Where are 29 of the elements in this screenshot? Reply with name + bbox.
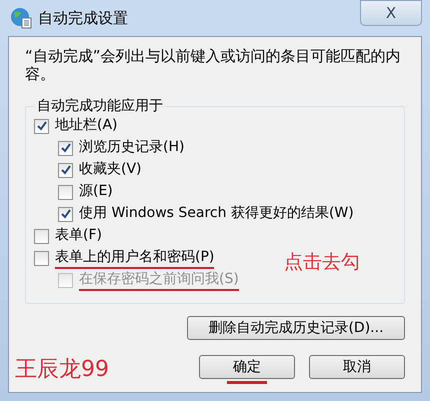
checkbox-label: 收藏夹(V) xyxy=(79,160,142,178)
checkbox[interactable] xyxy=(58,206,73,222)
checkbox[interactable] xyxy=(58,162,73,178)
checkbox-label: 表单上的用户名和密码(P) xyxy=(55,248,214,268)
annotation-note: 点击去勾 xyxy=(284,250,360,275)
checkbox-label: 使用 Windows Search 获得更好的结果(W) xyxy=(79,204,354,222)
checkmark-icon xyxy=(60,165,70,175)
delete-history-button[interactable]: 删除自动完成历史记录(D)... xyxy=(187,316,405,340)
checkbox-label: 在保存密码之前询问我(S) xyxy=(79,270,239,290)
description-text: “自动完成”会列出与以前键入或访问的条目可能匹配的内容。 xyxy=(25,47,402,83)
checkbox-label: 地址栏(A) xyxy=(55,116,118,134)
checkmark-icon xyxy=(36,121,46,131)
close-button[interactable]: X xyxy=(360,0,422,26)
checkbox[interactable] xyxy=(58,140,73,156)
globe-icon xyxy=(10,7,32,29)
checkbox-label: 表单(F) xyxy=(55,226,102,244)
checkbox[interactable] xyxy=(34,228,49,244)
dialog-button[interactable]: 取消 xyxy=(309,354,405,378)
window-title: 自动完成设置 xyxy=(38,8,129,28)
dialog-button[interactable]: 确定 xyxy=(199,354,295,378)
checkmark-icon xyxy=(60,143,70,153)
checkbox-label: 源(E) xyxy=(79,182,113,200)
checkbox[interactable] xyxy=(34,118,49,134)
checkbox[interactable] xyxy=(34,250,49,266)
signature-text: 王辰龙99 xyxy=(15,356,110,384)
checkbox[interactable] xyxy=(58,184,73,200)
checkbox-label: 浏览历史记录(H) xyxy=(79,138,184,156)
checkmark-icon xyxy=(60,209,70,219)
group-legend: 自动完成功能应用于 xyxy=(34,97,166,115)
